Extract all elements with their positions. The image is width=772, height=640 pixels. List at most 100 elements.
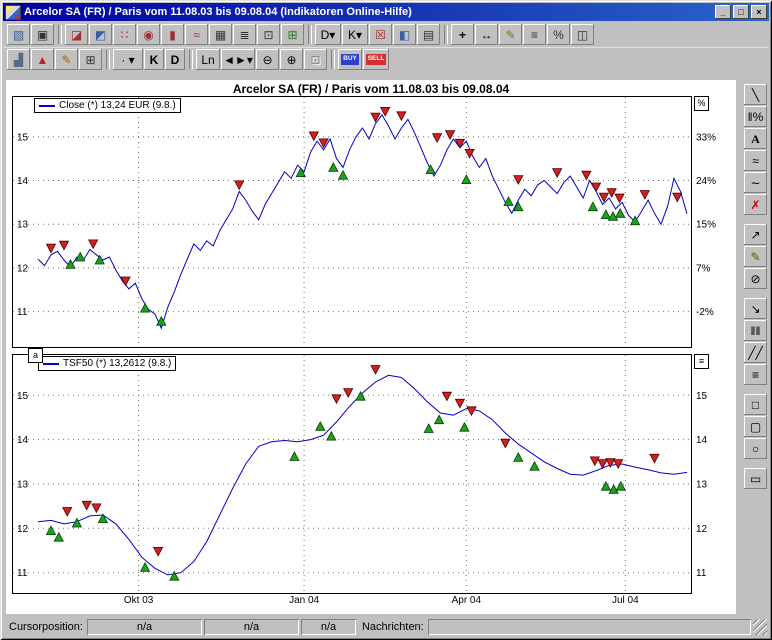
- report-button[interactable]: ≣: [233, 24, 256, 45]
- pane-label-button[interactable]: a: [28, 348, 43, 363]
- sheet-button[interactable]: ▤: [417, 24, 440, 45]
- resize-arrow-tool[interactable]: ↘: [744, 298, 767, 319]
- main-toolbar: ▧▣ ◪ ◩∷ ◉ ▮≈▦ ≣ ⊡ ⊞ D▾ K▾ ☒ ◧ ▤ + ↔ ✎≡% ◫: [3, 22, 769, 48]
- sell-button[interactable]: SELL: [363, 49, 389, 70]
- copy-chart-button[interactable]: ▣: [31, 24, 54, 45]
- monitor-button[interactable]: ⊡: [257, 24, 280, 45]
- small-rect-tool[interactable]: ▭: [744, 468, 767, 489]
- crosshair-button[interactable]: +: [451, 24, 474, 45]
- resize-arrow-tool-icon: ↘: [750, 303, 760, 315]
- trendline-tool[interactable]: ╲: [744, 84, 767, 105]
- monitor-green-button[interactable]: ⊞: [281, 24, 304, 45]
- area-chart-button[interactable]: ▟: [7, 49, 30, 70]
- y-tick-label: 13: [17, 480, 29, 491]
- percent-channel-tool-icon: ‖%: [748, 111, 764, 123]
- speed-lines-tool-icon: ≡: [752, 369, 759, 381]
- notes-button[interactable]: ≡: [523, 24, 546, 45]
- pencil-lines-tool-icon: ✎: [750, 251, 760, 263]
- curve-tool[interactable]: ∼: [744, 172, 767, 193]
- move-button-icon: ↔: [481, 29, 493, 41]
- pencil-circle-tool[interactable]: ⊘: [744, 268, 767, 289]
- scroll-dropdown-icon: ◄►▾: [223, 54, 253, 66]
- d-period-dropdown[interactable]: D▾: [315, 24, 341, 45]
- indicator-legend-label: TSF50 (*) 13,2612 (9.8.): [63, 358, 171, 369]
- x-axis-label: Apr 04: [452, 595, 481, 606]
- small-rect-tool-icon: ▭: [750, 473, 761, 485]
- scatter-button[interactable]: ∷: [113, 24, 136, 45]
- delete-drawing-tool[interactable]: ✗: [744, 194, 767, 215]
- percent-channel-tool[interactable]: ‖%: [744, 106, 767, 127]
- signals-button[interactable]: ▲: [31, 49, 54, 70]
- app-icon[interactable]: [5, 5, 21, 20]
- text-tool[interactable]: A: [744, 128, 767, 149]
- zoom-window-button[interactable]: ⊡: [304, 49, 327, 70]
- sheet-button-icon: ▤: [423, 29, 434, 41]
- magnify-chart-button-icon: ◉: [143, 29, 153, 41]
- small-chart-red-button-icon: ◪: [71, 29, 82, 41]
- ellipse-tool[interactable]: ○: [744, 438, 767, 459]
- candle-k-button[interactable]: K: [144, 49, 164, 70]
- toolbar-separator: [106, 50, 110, 69]
- maximize-button[interactable]: □: [733, 5, 749, 19]
- zoom-out-button[interactable]: ⊖: [256, 49, 279, 70]
- rounded-rectangle-tool[interactable]: ▢: [744, 416, 767, 437]
- minimize-button[interactable]: _: [715, 5, 731, 19]
- percent-axis-button[interactable]: %: [694, 96, 709, 111]
- toolbar-separator: [331, 50, 335, 69]
- freehand-tool[interactable]: ≈: [744, 150, 767, 171]
- move-button[interactable]: ↔: [475, 24, 498, 45]
- percent-scale-button[interactable]: %: [547, 24, 570, 45]
- fan-lines-tool[interactable]: ╱╱: [744, 342, 767, 363]
- y-right-label: 13: [696, 480, 708, 491]
- percent-scale-button-icon: %: [553, 29, 564, 41]
- resize-grip[interactable]: [753, 619, 767, 635]
- dual-pane-button[interactable]: ◫: [571, 24, 594, 45]
- ln-scale-button[interactable]: Ln: [196, 49, 220, 70]
- chart-wizard-button[interactable]: ▧: [7, 24, 30, 45]
- candle-d-button[interactable]: D: [165, 49, 185, 70]
- period-dots-dropdown[interactable]: · ▾: [113, 49, 143, 70]
- chart-delete-button-icon: ☒: [375, 29, 386, 41]
- d-period-dropdown-icon: D▾: [321, 29, 336, 41]
- dual-pane-button-icon: ◫: [577, 29, 588, 41]
- monitor-green-button-icon: ⊞: [287, 29, 297, 41]
- y-right-label: 12: [696, 524, 708, 535]
- trend-pointer-tool[interactable]: ↗: [744, 224, 767, 245]
- draw-wand-button[interactable]: ✎: [55, 49, 78, 70]
- pencil-button[interactable]: ✎: [499, 24, 522, 45]
- ln-scale-button-icon: Ln: [201, 54, 214, 66]
- magnify-chart-button[interactable]: ◉: [137, 24, 160, 45]
- histogram-button[interactable]: ▮: [161, 24, 184, 45]
- title-bar[interactable]: Arcelor SA (FR) / Paris vom 11.08.03 bis…: [3, 3, 769, 21]
- candle-k-button-icon: K: [150, 54, 159, 66]
- price-chart-pane[interactable]: 1533%1424%1315%127%11-2%: [12, 96, 730, 348]
- y-tick-label: 12: [17, 524, 29, 535]
- close-button[interactable]: ×: [751, 5, 767, 19]
- report-button-icon: ≣: [239, 29, 249, 41]
- buy-button[interactable]: BUY: [338, 49, 362, 70]
- windows-button[interactable]: ⊞: [79, 49, 102, 70]
- vertical-hatch-tool[interactable]: ‖‖: [744, 320, 767, 341]
- small-chart-blue-button[interactable]: ◩: [89, 24, 112, 45]
- pane-menu-button[interactable]: ≡: [694, 354, 709, 369]
- line-chart-button[interactable]: ≈: [185, 24, 208, 45]
- indicator-legend[interactable]: TSF50 (*) 13,2612 (9.8.): [38, 356, 176, 371]
- speed-lines-tool[interactable]: ≡: [744, 364, 767, 385]
- y-right-label: 15%: [696, 220, 716, 231]
- pencil-lines-tool[interactable]: ✎: [744, 246, 767, 267]
- y-tick-label: 15: [17, 391, 29, 402]
- plot-border: [13, 97, 692, 348]
- y-right-label: -2%: [696, 307, 714, 318]
- chart-delete-button[interactable]: ☒: [369, 24, 392, 45]
- quote-table-button[interactable]: ▦: [209, 24, 232, 45]
- layout-button[interactable]: ◧: [393, 24, 416, 45]
- small-chart-red-button[interactable]: ◪: [65, 24, 88, 45]
- rectangle-tool[interactable]: □: [744, 394, 767, 415]
- zoom-in-button[interactable]: ⊕: [280, 49, 303, 70]
- scroll-dropdown[interactable]: ◄►▾: [221, 49, 255, 70]
- signals-button-icon: ▲: [37, 54, 49, 66]
- sell-button-icon: SELL: [366, 54, 387, 65]
- indicator-chart-pane[interactable]: 15151414131312121111: [12, 354, 730, 594]
- k-period-dropdown[interactable]: K▾: [342, 24, 368, 45]
- price-legend[interactable]: Close (*) 13,24 EUR (9.8.): [34, 98, 181, 113]
